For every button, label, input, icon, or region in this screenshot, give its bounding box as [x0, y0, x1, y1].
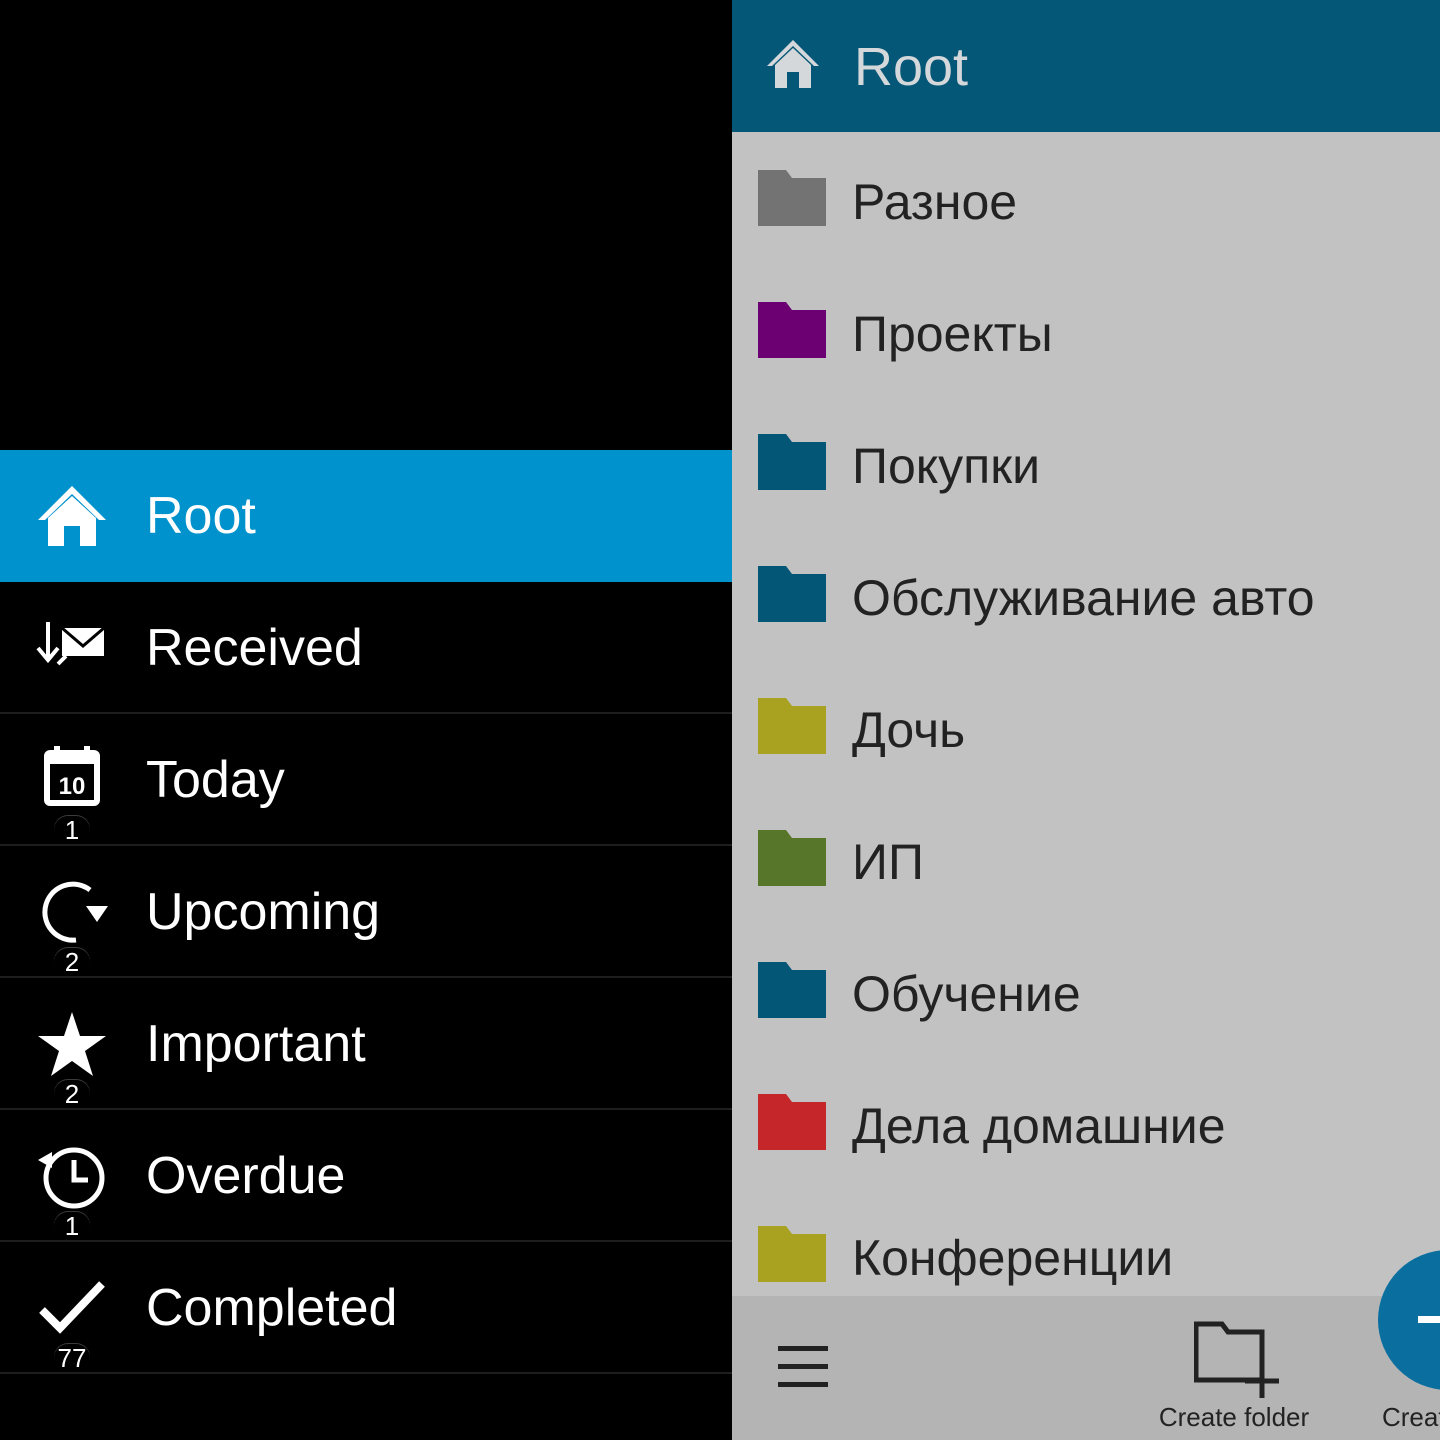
count-badge: 1	[54, 1212, 90, 1240]
create-label[interactable]: Creat	[1382, 1402, 1440, 1433]
refresh-arrow-icon	[36, 878, 108, 946]
nav-list: Root Received 10 Today 1 Upcoming 2 Impo…	[0, 450, 732, 1374]
folder-label: Обслуживание авто	[852, 570, 1315, 626]
folder-icon	[758, 830, 826, 886]
folder-label: Проекты	[852, 306, 1053, 362]
nav-label: Root	[146, 487, 256, 545]
folder-label: Дела домашние	[852, 1098, 1226, 1154]
folder-icon	[758, 1226, 826, 1282]
folder-row[interactable]: ИП	[732, 792, 1440, 924]
folder-icon	[758, 962, 826, 1018]
nav-label: Overdue	[146, 1147, 346, 1205]
folder-icon	[758, 170, 826, 226]
page-title: Root	[854, 37, 969, 97]
folder-label: Разное	[852, 174, 1018, 230]
folder-row[interactable]: Разное	[732, 132, 1440, 264]
folder-row[interactable]: Дела домашние	[732, 1056, 1440, 1188]
nav-label: Received	[146, 619, 363, 677]
count-badge: 1	[54, 816, 90, 844]
count-badge: 2	[54, 948, 90, 976]
count-badge: 77	[54, 1344, 90, 1372]
folder-row[interactable]: Дочь	[732, 660, 1440, 792]
plus-icon	[1418, 1316, 1440, 1323]
star-icon	[36, 1010, 108, 1078]
nav-label: Today	[146, 751, 285, 809]
navigation-drawer: Root Received 10 Today 1 Upcoming 2 Impo…	[0, 0, 732, 1440]
count-badge: 2	[54, 1080, 90, 1108]
folder-row[interactable]: Обслуживание авто	[732, 528, 1440, 660]
nav-label: Upcoming	[146, 883, 381, 941]
folder-icon	[758, 1094, 826, 1150]
folder-icon	[758, 434, 826, 490]
nav-item-received[interactable]: Received	[0, 582, 732, 714]
folder-label: Дочь	[852, 702, 966, 758]
folder-icon	[758, 566, 826, 622]
folder-label: Покупки	[852, 438, 1041, 494]
folder-list: Разное Проекты Покупки Обслуживание авто Доч…	[732, 132, 1440, 1320]
folder-icon	[758, 698, 826, 754]
add-folder-icon	[1194, 1321, 1279, 1398]
checkmark-icon	[36, 1274, 108, 1342]
nav-item-upcoming[interactable]: Upcoming 2	[0, 846, 732, 978]
create-folder-button[interactable]: Create folder	[1142, 1320, 1326, 1438]
clock-history-icon	[36, 1142, 108, 1210]
folder-row[interactable]: Проекты	[732, 264, 1440, 396]
hamburger-menu-icon[interactable]	[778, 1346, 830, 1392]
create-folder-label: Create folder	[1158, 1402, 1310, 1432]
home-icon	[36, 482, 108, 550]
nav-item-overdue[interactable]: Overdue 1	[0, 1110, 732, 1242]
nav-label: Important	[146, 1015, 366, 1073]
nav-item-completed[interactable]: Completed 77	[0, 1242, 732, 1374]
content-pane: Root Разное Проекты Покупки Обслуживание ав…	[732, 0, 1440, 1440]
folder-row[interactable]: Обучение	[732, 924, 1440, 1056]
title-bar: Root	[732, 0, 1440, 132]
folder-label: ИП	[852, 834, 924, 890]
folder-label: Обучение	[852, 966, 1081, 1022]
nav-label: Completed	[146, 1279, 398, 1337]
calendar-day-text: 10	[59, 773, 86, 800]
nav-item-important[interactable]: Important 2	[0, 978, 732, 1110]
received-mail-icon	[36, 614, 108, 682]
nav-item-root[interactable]: Root	[0, 450, 732, 582]
calendar-icon: 10	[36, 746, 108, 814]
home-icon	[766, 38, 820, 90]
folder-row[interactable]: Покупки	[732, 396, 1440, 528]
nav-item-today[interactable]: 10 Today 1	[0, 714, 732, 846]
folder-icon	[758, 302, 826, 358]
action-bar: Create folder Creat	[732, 1296, 1440, 1440]
